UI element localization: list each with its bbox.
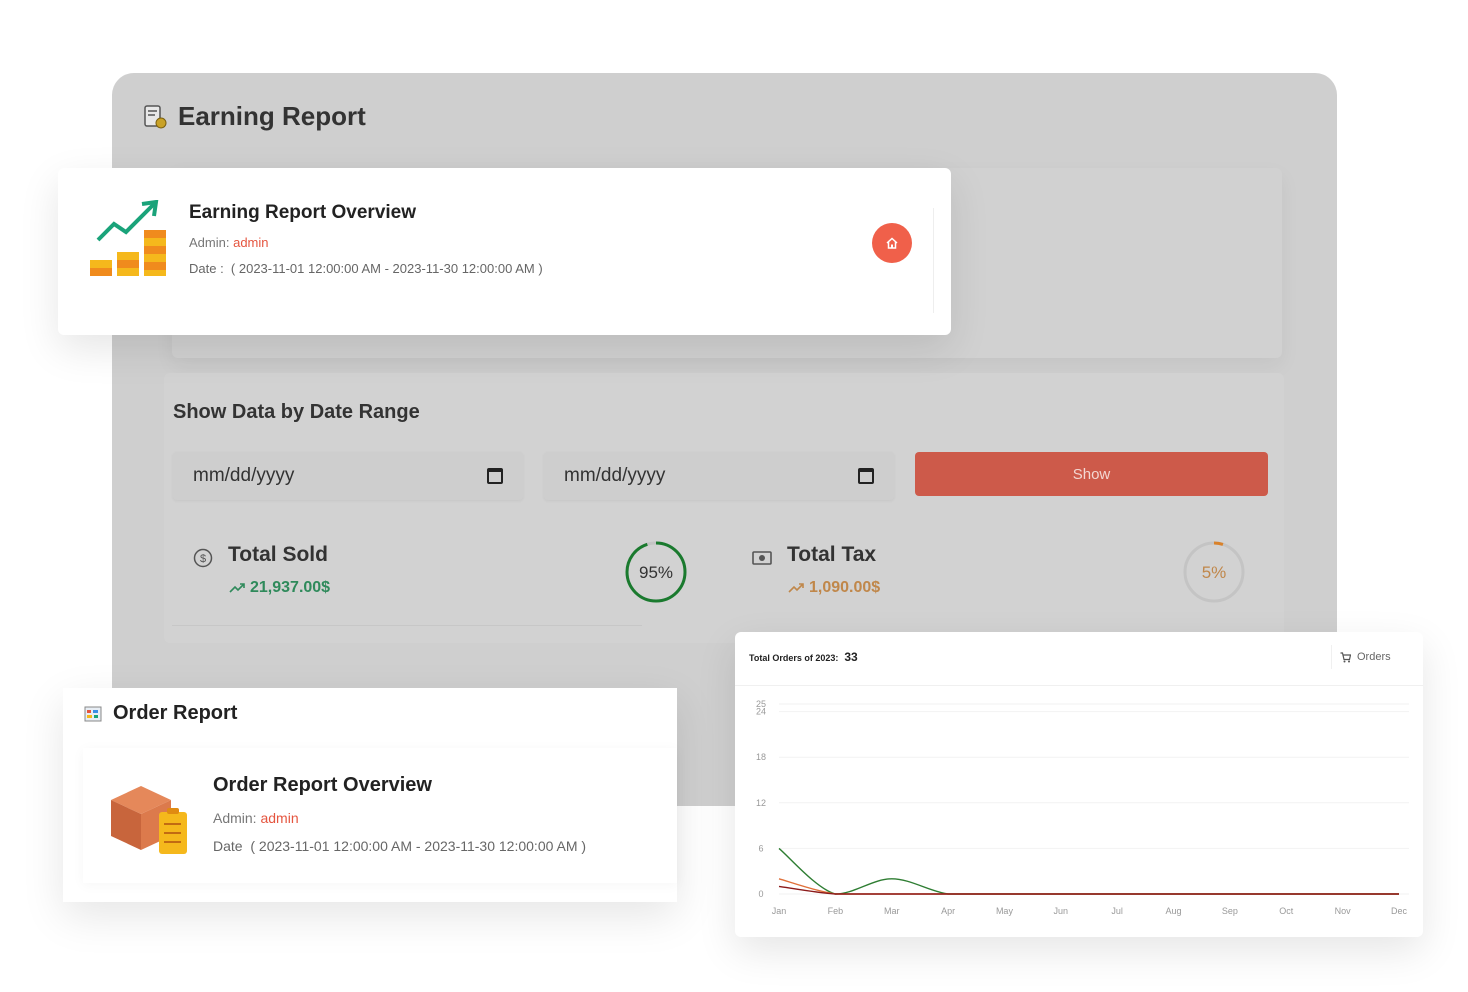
- y-tick-label: 0: [758, 889, 763, 899]
- report-icon: [144, 104, 167, 128]
- orders-chart-card: Total Orders of 2023: 33 Orders 0 6 12 18 24…: [735, 632, 1423, 937]
- series-line-2: [778, 878, 1399, 895]
- earning-report-heading: Earning Report: [142, 101, 366, 132]
- x-tick-label: Oct: [1279, 906, 1294, 916]
- divider: [735, 685, 1423, 686]
- from-date-input[interactable]: mm/dd/yyyy: [173, 452, 523, 500]
- from-date-placeholder: mm/dd/yyyy: [193, 465, 295, 486]
- admin-line: Admin: admin: [213, 810, 299, 826]
- total-tax-label: Total Tax: [787, 543, 877, 566]
- page-title: Earning Report: [178, 101, 366, 131]
- admin-label: Admin:: [189, 235, 230, 250]
- x-tick-label: Dec: [1391, 906, 1408, 916]
- order-report-icon: [84, 706, 102, 721]
- y-tick-label: 12: [756, 798, 766, 808]
- x-tick-label: Apr: [941, 906, 955, 916]
- page: Earning Report Show Data by Date Range m…: [0, 0, 1468, 992]
- date-label: Date :: [189, 261, 224, 276]
- trend-up-icon: [788, 583, 804, 593]
- admin-name: admin: [233, 235, 269, 250]
- overview-title: Earning Report Overview: [189, 202, 417, 223]
- total-sold-value-row: 21,937.00$: [229, 579, 330, 597]
- order-report-title: Order Report: [113, 702, 238, 724]
- calendar-icon[interactable]: [858, 468, 874, 484]
- calendar-icon[interactable]: [487, 468, 503, 484]
- date-range-title: Show Data by Date Range: [173, 401, 420, 423]
- series-line-1: [778, 847, 1399, 895]
- total-tax-value: 1,090.00$: [809, 579, 881, 596]
- order-report-card: Order Report Order Report Overview Admin…: [63, 688, 677, 902]
- date-label: Date: [213, 838, 243, 854]
- admin-line: Admin: admin: [189, 235, 269, 250]
- total-tax-progress-ring: 5%: [1183, 541, 1245, 603]
- earning-overview-card: Earning Report Overview Admin: admin Dat…: [58, 168, 951, 335]
- svg-text:$: $: [200, 553, 206, 565]
- x-tick-label: Nov: [1335, 906, 1352, 916]
- y-tick-label: 18: [756, 752, 766, 762]
- date-range: ( 2023-11-01 12:00:00 AM - 2023-11-30 12…: [230, 261, 543, 276]
- admin-name: admin: [260, 810, 299, 826]
- orders-button[interactable]: Orders: [1331, 645, 1421, 669]
- admin-label: Admin:: [213, 810, 257, 826]
- series-line-3: [778, 885, 1399, 895]
- x-tick-label: Aug: [1166, 906, 1182, 916]
- orders-button-label: Orders: [1357, 651, 1391, 663]
- date-line: Date : ( 2023-11-01 12:00:00 AM - 2023-1…: [189, 261, 543, 276]
- growth-chart-icon: [90, 200, 166, 276]
- x-tick-label: Feb: [828, 906, 844, 916]
- x-tick-label: Sep: [1222, 906, 1238, 916]
- x-tick-label: Mar: [884, 906, 900, 916]
- order-overview-title: Order Report Overview: [213, 774, 432, 796]
- home-icon: [886, 237, 898, 249]
- total-sold-value: 21,937.00$: [250, 579, 331, 596]
- total-tax-value-row: 1,090.00$: [788, 579, 880, 597]
- y-tick-label: 25: [756, 699, 766, 709]
- cart-icon: [1340, 651, 1351, 662]
- divider: [172, 625, 642, 626]
- y-tick-label: 6: [758, 843, 763, 853]
- total-tax-stat: Total Tax 1,090.00$ 5%: [732, 533, 1252, 626]
- total-sold-progress-ring: 95%: [625, 541, 687, 603]
- money-bill-icon: [752, 551, 772, 565]
- x-tick-label: Jul: [1111, 906, 1123, 916]
- total-sold-label: Total Sold: [228, 543, 328, 566]
- total-sold-stat: $ Total Sold 21,937.00$ 95%: [173, 533, 693, 626]
- chart-header-label: Total Orders of 2023:: [749, 653, 839, 663]
- order-report-heading: Order Report: [83, 702, 237, 725]
- x-tick-label: Jun: [1054, 906, 1069, 916]
- trend-up-icon: [229, 583, 245, 593]
- to-date-placeholder: mm/dd/yyyy: [564, 465, 666, 486]
- total-tax-percent: 5%: [1202, 563, 1227, 582]
- home-button[interactable]: [872, 223, 912, 263]
- chart-header: Total Orders of 2023: 33: [749, 650, 858, 664]
- x-tick-label: Jan: [772, 906, 787, 916]
- divider: [933, 208, 934, 313]
- to-date-input[interactable]: mm/dd/yyyy: [544, 452, 894, 500]
- total-sold-percent: 95%: [639, 563, 673, 582]
- x-tick-label: May: [996, 906, 1014, 916]
- package-checklist-icon: [111, 786, 187, 854]
- show-button[interactable]: Show: [915, 452, 1268, 496]
- dollar-coin-icon: $: [193, 548, 213, 568]
- total-orders-count: 33: [844, 650, 858, 664]
- orders-line-chart: 0612182425Jan Feb Mar Apr May Jun Jul Aug Sep Oct…: [756, 699, 1409, 916]
- date-range: ( 2023-11-01 12:00:00 AM - 2023-11-30 12…: [250, 838, 587, 854]
- date-line: Date ( 2023-11-01 12:00:00 AM - 2023-11-…: [213, 838, 586, 854]
